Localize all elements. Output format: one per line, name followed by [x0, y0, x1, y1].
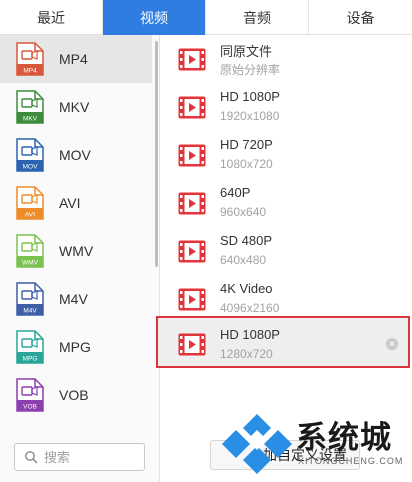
file-icon: MKV	[16, 90, 44, 124]
format-label: M4V	[59, 291, 88, 307]
video-file-icon	[178, 192, 206, 215]
preset-title: 640P	[220, 185, 251, 200]
preset-resolution: 1920x1080	[220, 109, 280, 123]
add-custom-setting-button[interactable]: 加自定义设置	[210, 440, 360, 470]
preset-resolution: 4096x2160	[220, 301, 280, 315]
preset-panel: 同原文件原始分辨率 HD 1080P 1920x1080 HD 720P 1080x72…	[156, 35, 412, 482]
file-icon: WMV	[16, 234, 44, 268]
format-sidebar: MP4 MP4 MKV MKV MOV MOV AVI AVI WMV WMV M4V M4V MPG M…	[0, 35, 160, 482]
tab-label: 设备	[346, 9, 375, 26]
video-file-icon	[178, 288, 206, 311]
format-item-m4v[interactable]: M4V M4V	[0, 275, 152, 323]
preset-title: HD 1080P	[220, 89, 280, 104]
file-icon: MP4	[16, 42, 44, 76]
format-item-vob[interactable]: VOB VOB	[0, 371, 152, 419]
file-icon: M4V	[16, 282, 44, 316]
tab-label: 最近	[37, 9, 65, 26]
preset-resolution: 原始分辨率	[220, 63, 281, 77]
video-file-icon	[178, 333, 206, 356]
preset-title: HD 720P	[220, 137, 273, 152]
tab-video[interactable]: 视频	[103, 0, 206, 35]
file-badge: MOV	[23, 164, 38, 171]
file-icon: MPG	[16, 330, 44, 364]
format-item-wmv[interactable]: WMV WMV	[0, 227, 152, 275]
format-item-mkv[interactable]: MKV MKV	[0, 83, 152, 131]
format-item-avi[interactable]: AVI AVI	[0, 179, 152, 227]
format-label: WMV	[59, 243, 94, 259]
preset-item[interactable]: 640P 960x640	[160, 180, 412, 228]
preset-title: SD 480P	[220, 233, 273, 248]
category-tab-bar: 最近 视频 音频 设备	[0, 0, 412, 35]
preset-resolution: 960x640	[220, 205, 267, 219]
format-label: MP4	[59, 51, 88, 67]
preset-title: 4K Video	[220, 281, 273, 296]
delete-preset-icon[interactable]: ✕	[386, 338, 398, 350]
format-label: MPG	[59, 339, 91, 355]
preset-resolution: 1280x720	[220, 347, 273, 361]
file-badge: VOB	[23, 404, 37, 411]
format-search-box	[14, 443, 145, 471]
video-file-icon	[178, 96, 206, 119]
format-label: MKV	[59, 99, 90, 115]
tab-label: 音频	[243, 9, 271, 26]
preset-item[interactable]: SD 480P 640x480	[160, 228, 412, 276]
video-file-icon	[178, 240, 206, 263]
preset-title: HD 1080P	[220, 327, 280, 342]
file-icon: AVI	[16, 186, 44, 220]
preset-resolution: 1080x720	[220, 157, 273, 171]
search-icon	[25, 451, 38, 464]
file-icon: VOB	[16, 378, 44, 412]
format-item-mpg[interactable]: MPG MPG	[0, 323, 152, 371]
file-badge: MKV	[23, 116, 38, 123]
file-badge: MP4	[23, 68, 37, 75]
preset-item[interactable]: HD 1080P 1920x1080	[160, 84, 412, 132]
format-label: MOV	[59, 147, 91, 163]
preset-title: 同原文件	[220, 44, 273, 59]
format-label: AVI	[59, 195, 81, 211]
format-list-scrollbar[interactable]	[155, 41, 158, 267]
format-list: MP4 MP4 MKV MKV MOV MOV AVI AVI WMV WMV M4V M4V MPG M…	[0, 35, 152, 425]
file-icon: MOV	[16, 138, 44, 172]
tab-label: 视频	[140, 9, 168, 26]
file-badge: MPG	[23, 356, 38, 363]
add-custom-setting-label: 加自定义设置	[263, 447, 347, 463]
format-item-mov[interactable]: MOV MOV	[0, 131, 152, 179]
tab-device[interactable]: 设备	[309, 0, 412, 35]
search-input[interactable]	[44, 449, 134, 465]
preset-item[interactable]: HD 720P 1080x720	[160, 132, 412, 180]
file-badge: AVI	[25, 212, 35, 219]
preset-item[interactable]: 同原文件 原始分辨率	[160, 36, 412, 84]
tab-recent[interactable]: 最近	[0, 0, 103, 35]
file-badge: M4V	[23, 308, 37, 315]
tab-audio[interactable]: 音频	[206, 0, 309, 35]
format-label: VOB	[59, 387, 89, 403]
video-file-icon	[178, 144, 206, 167]
video-file-icon	[178, 48, 206, 71]
format-item-mp4[interactable]: MP4 MP4	[0, 35, 152, 83]
preset-item[interactable]: HD 1080P 1280x720 ✕	[156, 316, 410, 368]
preset-resolution: 640x480	[220, 253, 267, 267]
file-badge: WMV	[22, 260, 39, 267]
